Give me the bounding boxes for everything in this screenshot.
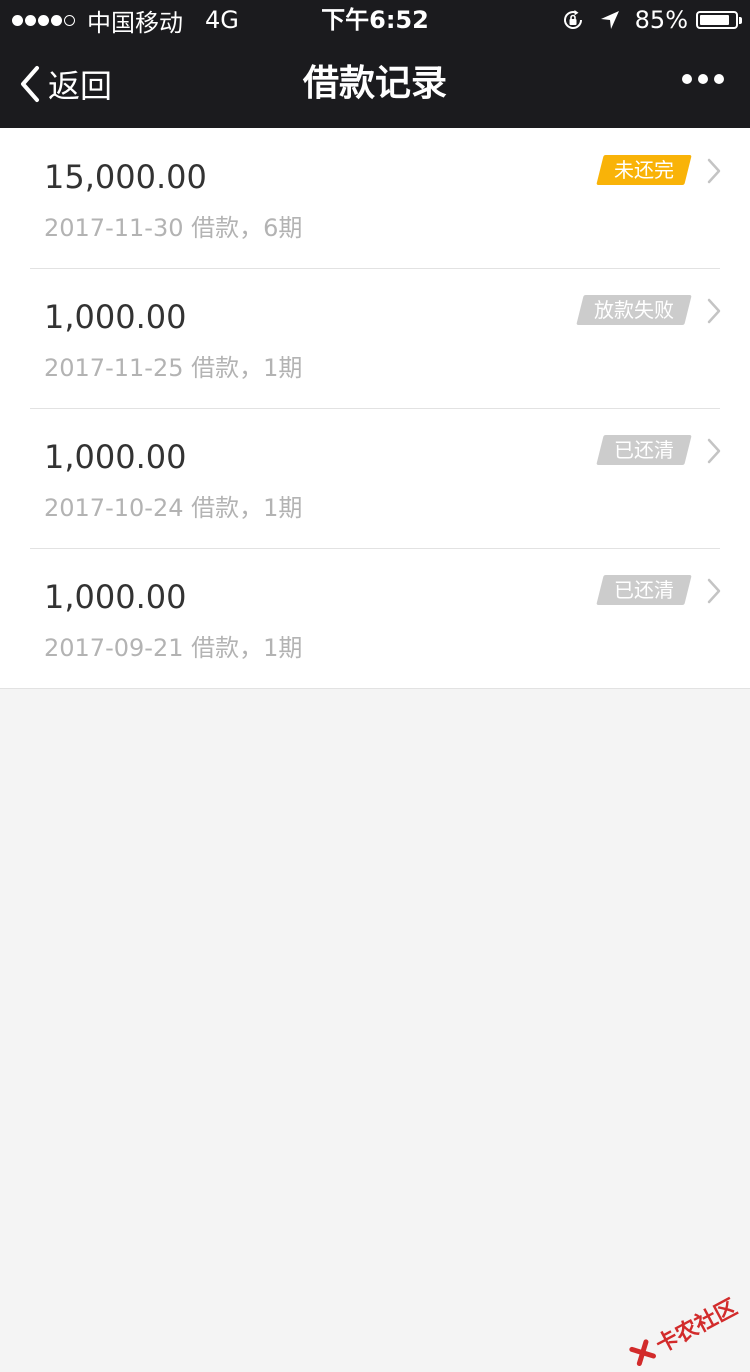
- battery-level: [700, 15, 729, 25]
- more-dot-icon: [682, 74, 692, 84]
- chevron-right-icon: [706, 438, 722, 464]
- loan-record-item[interactable]: 1,000.00 2017-11-25 借款，1期 放款失败: [0, 268, 750, 408]
- status-badge: 未还完: [596, 155, 692, 185]
- loan-amount: 1,000.00: [44, 298, 187, 336]
- more-dot-icon: [698, 74, 708, 84]
- battery-cap: [739, 17, 742, 24]
- loan-record-list: 15,000.00 2017-11-30 借款，6期 未还完 1,000.00 …: [0, 128, 750, 689]
- status-badge-label: 未还完: [614, 158, 674, 182]
- loan-record-item[interactable]: 1,000.00 2017-09-21 借款，1期 已还清: [0, 548, 750, 688]
- status-badge: 放款失败: [576, 295, 692, 325]
- loan-record-item[interactable]: 1,000.00 2017-10-24 借款，1期 已还清: [0, 408, 750, 548]
- loan-amount: 15,000.00: [44, 158, 207, 196]
- loan-detail: 2017-09-21 借款，1期: [44, 634, 303, 662]
- status-right: 85%: [561, 0, 742, 40]
- more-dot-icon: [714, 74, 724, 84]
- battery-percent: 85%: [634, 6, 688, 34]
- loan-detail: 2017-10-24 借款，1期: [44, 494, 303, 522]
- location-arrow-icon: [599, 9, 621, 31]
- back-button[interactable]: 返回: [18, 40, 112, 128]
- status-badge-label: 已还清: [614, 438, 674, 462]
- loan-record-item[interactable]: 15,000.00 2017-11-30 借款，6期 未还完: [0, 128, 750, 268]
- back-label: 返回: [48, 67, 113, 105]
- loan-detail: 2017-11-30 借款，6期: [44, 214, 303, 242]
- status-bar: 中国移动 4G 下午6:52 85%: [0, 0, 750, 40]
- loan-amount: 1,000.00: [44, 438, 187, 476]
- status-badge: 已还清: [596, 435, 692, 465]
- chevron-right-icon: [706, 158, 722, 184]
- status-badge-label: 已还清: [614, 578, 674, 602]
- page-title: 借款记录: [302, 63, 447, 104]
- chevron-right-icon: [706, 578, 722, 604]
- watermark: 卡农社区: [625, 1290, 742, 1372]
- chevron-right-icon: [706, 298, 722, 324]
- status-badge-label: 放款失败: [594, 298, 674, 322]
- loan-detail: 2017-11-25 借款，1期: [44, 354, 303, 382]
- more-options-button[interactable]: [676, 74, 724, 84]
- watermark-text: 卡农社区: [652, 1295, 742, 1359]
- navigation-bar: 返回 借款记录: [0, 40, 750, 128]
- status-badge: 已还清: [596, 575, 692, 605]
- battery-icon: [696, 11, 742, 29]
- rotation-lock-icon: [561, 8, 585, 32]
- loan-amount: 1,000.00: [44, 578, 187, 616]
- chevron-left-icon: [18, 65, 42, 103]
